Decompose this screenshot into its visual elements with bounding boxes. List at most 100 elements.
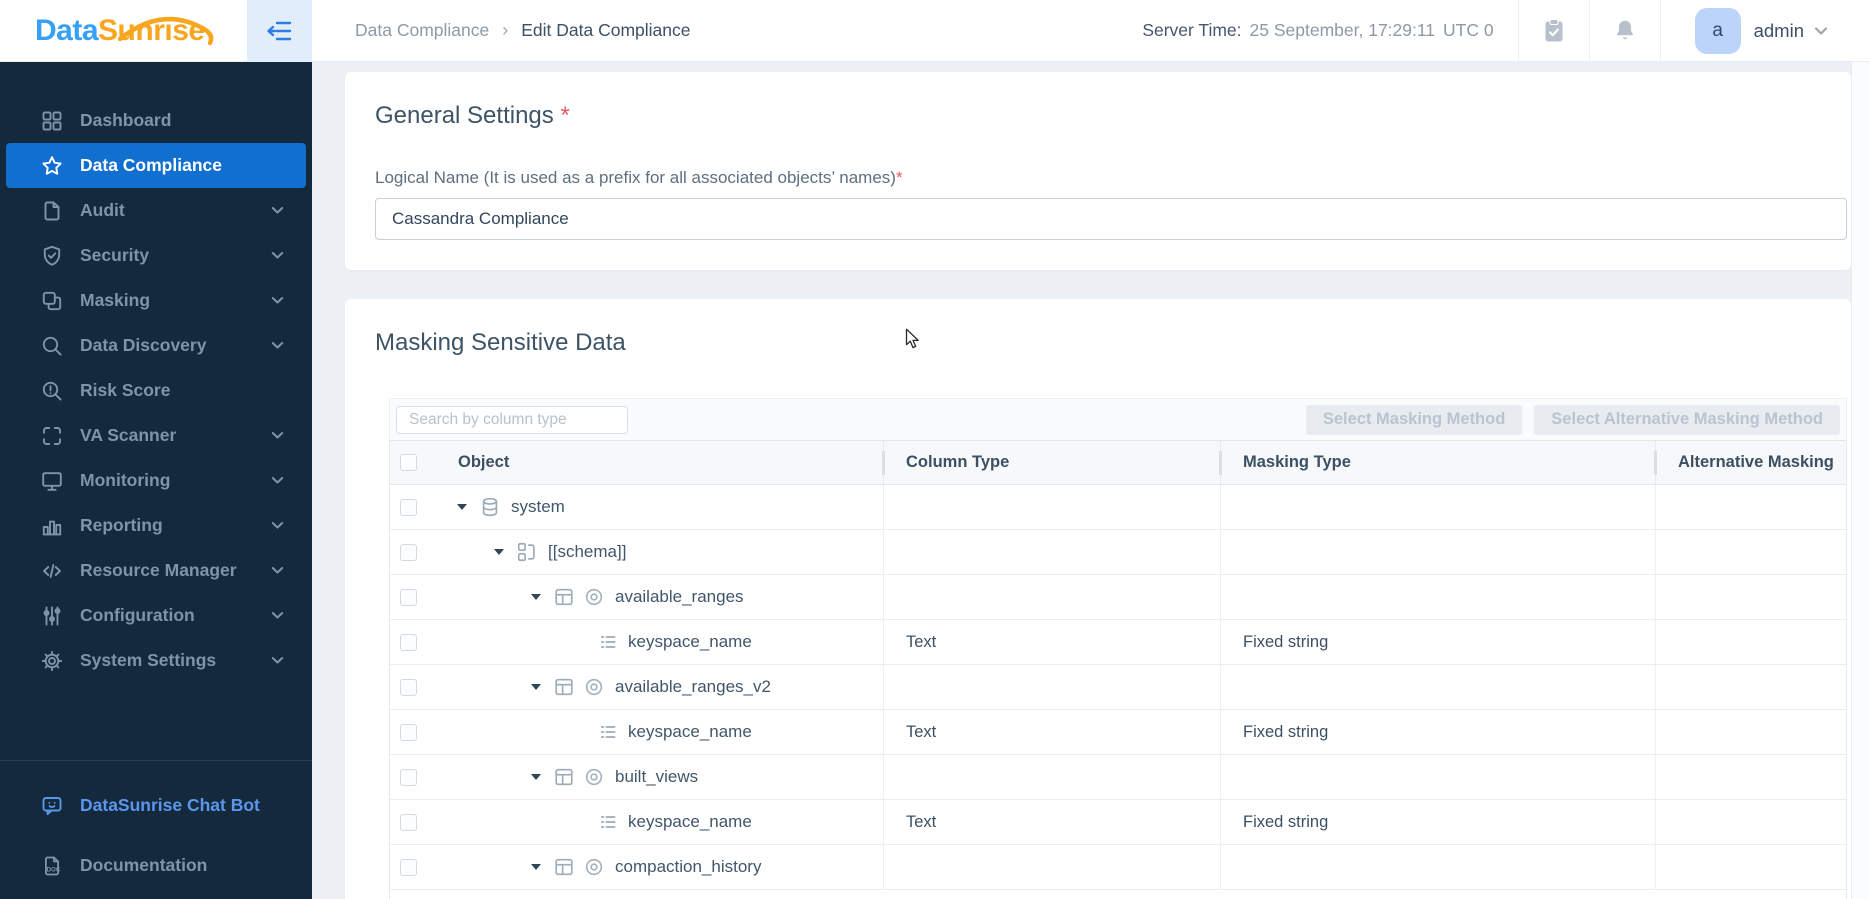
sunrise-arc-icon xyxy=(118,16,214,45)
tasks-clipboard-icon xyxy=(1545,18,1563,41)
sidebar-item-audit[interactable]: Audit xyxy=(0,188,312,233)
dashboard-icon xyxy=(42,111,62,130)
sidebar-item-resource-manager[interactable]: Resource Manager xyxy=(0,548,312,593)
table-row[interactable]: system xyxy=(390,485,1846,530)
doc-file-icon: DOC xyxy=(45,856,61,875)
sidebar-item-dashboard[interactable]: Dashboard xyxy=(0,98,312,143)
masking-sensitive-data-card: Masking Sensitive Data Select Masking Me… xyxy=(345,299,1851,899)
object-label: available_ranges_v2 xyxy=(615,677,771,696)
table-row[interactable]: built_views xyxy=(390,755,1846,800)
username[interactable]: admin xyxy=(1754,20,1804,42)
server-time: Server Time: 25 September, 17:29:11 UTC … xyxy=(1142,20,1493,41)
header-divider xyxy=(1659,0,1661,62)
sidebar-item-masking[interactable]: Masking xyxy=(0,278,312,323)
main-content: General Settings * Logical Name (It is u… xyxy=(312,62,1870,899)
sidebar-item-va-scanner[interactable]: VA Scanner xyxy=(0,413,312,458)
caret-down-icon[interactable] xyxy=(457,504,467,510)
chevron-down-icon xyxy=(271,476,284,485)
alternative-masking-cell xyxy=(1655,710,1846,754)
bar-chart-icon xyxy=(42,520,62,535)
notifications-button[interactable] xyxy=(1590,0,1660,62)
caret-down-icon[interactable] xyxy=(531,594,541,600)
column-header-masking-type: Masking Type xyxy=(1219,441,1655,484)
table-row[interactable]: [[schema]] xyxy=(390,530,1846,575)
column-header-object: Object xyxy=(390,441,883,484)
server-time-zone: UTC 0 xyxy=(1443,20,1494,40)
general-settings-card: General Settings * Logical Name (It is u… xyxy=(345,72,1851,270)
object-label: built_views xyxy=(615,767,699,786)
row-checkbox[interactable] xyxy=(400,588,417,606)
user-menu-chevron-down-icon[interactable] xyxy=(1814,26,1828,36)
scanner-icon xyxy=(43,426,61,445)
shield-icon xyxy=(43,245,61,266)
row-checkbox[interactable] xyxy=(400,543,417,561)
top-bar: DataSunrise Data Compliance › Edit Data … xyxy=(0,0,1870,62)
sidebar-item-data-discovery[interactable]: Data Discovery xyxy=(0,323,312,368)
caret-down-icon[interactable] xyxy=(531,774,541,780)
chat-bot-icon xyxy=(42,796,62,815)
table-row[interactable]: keyspace_name Text Fixed string xyxy=(390,800,1846,845)
caret-down-icon[interactable] xyxy=(531,864,541,870)
object-label: keyspace_name xyxy=(628,632,752,651)
sidebar-item-configuration[interactable]: Configuration xyxy=(0,593,312,638)
chevron-down-icon xyxy=(271,656,284,665)
logical-name-input[interactable] xyxy=(375,198,1847,240)
sidebar-item-label: Data Discovery xyxy=(80,335,207,355)
eye-icon xyxy=(585,678,603,696)
object-label: available_ranges xyxy=(615,587,744,606)
table-row[interactable]: compaction_history xyxy=(390,845,1846,890)
chevron-down-icon xyxy=(271,431,284,440)
breadcrumb-parent[interactable]: Data Compliance xyxy=(355,20,489,41)
collapse-menu-icon xyxy=(266,21,291,40)
datasunrise-logo[interactable]: DataSunrise xyxy=(0,14,247,48)
row-checkbox[interactable] xyxy=(400,678,417,696)
table-row[interactable]: keyspace_name Text Fixed string xyxy=(390,620,1846,665)
search-input[interactable] xyxy=(396,405,628,434)
masking-section-title: Masking Sensitive Data xyxy=(375,329,626,356)
sidebar-item-label: Monitoring xyxy=(80,470,171,490)
object-label: system xyxy=(511,497,565,516)
table-header-row: Object Column Type Masking Type Alternat… xyxy=(390,441,1846,485)
select-alternative-masking-method-button[interactable]: Select Alternative Masking Method xyxy=(1534,404,1840,435)
sidebar-item-label: Audit xyxy=(80,200,125,220)
caret-down-icon[interactable] xyxy=(531,684,541,690)
select-masking-method-button[interactable]: Select Masking Method xyxy=(1305,404,1523,435)
table-row[interactable]: available_ranges xyxy=(390,575,1846,620)
row-checkbox[interactable] xyxy=(400,858,417,876)
table-row[interactable]: available_ranges_v2 xyxy=(390,665,1846,710)
sidebar: Dashboard Data Compliance Audit Security xyxy=(0,62,312,899)
table-icon xyxy=(555,858,573,876)
object-label: keyspace_name xyxy=(628,722,752,741)
table-row[interactable]: keyspace_name Text Fixed string xyxy=(390,710,1846,755)
object-label: keyspace_name xyxy=(628,812,752,831)
row-checkbox[interactable] xyxy=(400,633,417,651)
sidebar-item-documentation[interactable]: DOC Documentation xyxy=(0,843,312,888)
user-avatar[interactable]: a xyxy=(1694,7,1741,54)
masking-type-cell: Fixed string xyxy=(1220,620,1655,664)
topbar-right: Server Time: 25 September, 17:29:11 UTC … xyxy=(1142,0,1870,62)
required-asterisk: * xyxy=(560,102,570,129)
sidebar-item-chat-bot[interactable]: DataSunrise Chat Bot xyxy=(0,783,312,828)
tasks-button[interactable] xyxy=(1519,0,1589,62)
row-checkbox[interactable] xyxy=(400,813,417,831)
sidebar-toggle-button[interactable] xyxy=(247,0,312,62)
sidebar-item-label: Configuration xyxy=(80,605,195,625)
row-checkbox[interactable] xyxy=(400,768,417,786)
sidebar-item-risk-score[interactable]: Risk Score xyxy=(0,368,312,413)
page-scrollbar[interactable] xyxy=(1851,62,1870,899)
sidebar-item-security[interactable]: Security xyxy=(0,233,312,278)
database-icon xyxy=(482,497,498,517)
alternative-masking-cell xyxy=(1655,620,1846,664)
sidebar-item-system-settings[interactable]: System Settings xyxy=(0,638,312,683)
sidebar-item-data-compliance[interactable]: Data Compliance xyxy=(6,143,306,188)
sidebar-item-monitoring[interactable]: Monitoring xyxy=(0,458,312,503)
select-all-checkbox[interactable] xyxy=(400,454,417,471)
chevron-down-icon xyxy=(271,206,284,215)
row-checkbox[interactable] xyxy=(400,498,417,516)
sidebar-item-reporting[interactable]: Reporting xyxy=(0,503,312,548)
breadcrumb: Data Compliance › Edit Data Compliance xyxy=(355,20,690,41)
caret-down-icon[interactable] xyxy=(494,549,504,555)
table-icon xyxy=(555,588,573,606)
sidebar-item-label: DataSunrise Chat Bot xyxy=(80,795,260,815)
row-checkbox[interactable] xyxy=(400,723,417,741)
